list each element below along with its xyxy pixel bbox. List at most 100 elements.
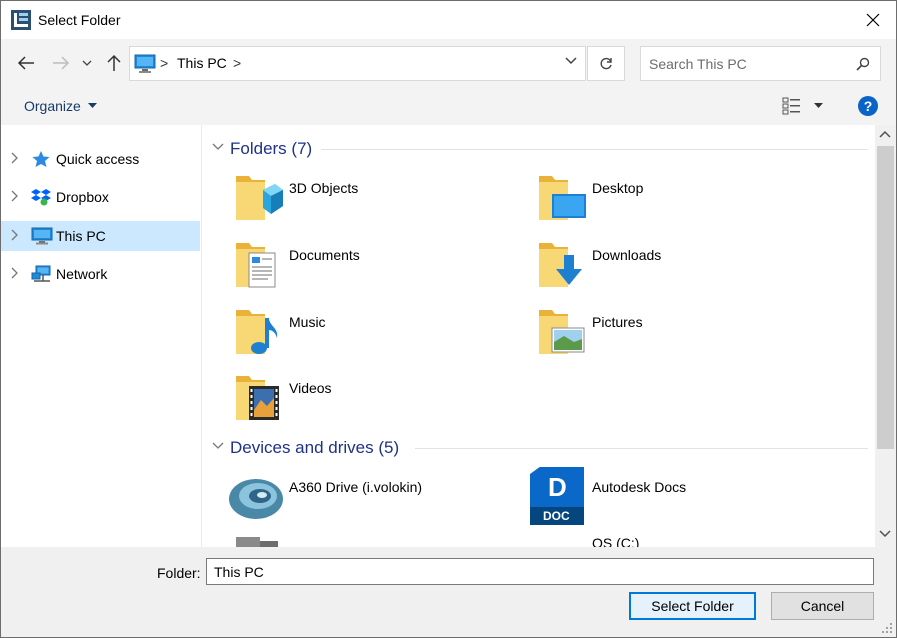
drive-tile-os-c[interactable]: OS (C:) [538,527,838,547]
help-button[interactable]: ? [858,96,878,116]
scroll-up-icon[interactable] [879,130,891,138]
pictures-folder-icon [539,310,585,354]
dropbox-icon [31,189,51,206]
arrow-up-icon [107,54,121,71]
caret-down-icon[interactable] [88,103,97,108]
nav-item-this-pc[interactable]: This PC [1,221,200,251]
folder-label: Downloads [592,247,662,263]
arrow-right-icon [53,56,70,70]
nav-item-quick-access[interactable]: Quick access [1,144,200,174]
address-bar[interactable]: > This PC > [129,46,586,81]
folder-field-label: Folder: [157,565,201,581]
app-logo-icon [11,10,31,30]
select-folder-dialog: Select Folder > This PC > Search This PC… [0,0,897,638]
chevron-down-icon[interactable] [565,57,577,65]
downloads-folder-icon [539,243,582,287]
autodesk-docs-icon: D DOC [530,467,584,525]
folder-label: Music [289,314,326,330]
refresh-button[interactable] [587,46,625,81]
folder-label: Desktop [592,180,644,196]
nav-item-dropbox[interactable]: Dropbox [1,182,200,212]
chevron-down-icon [82,60,92,66]
folder-tile-documents[interactable]: Documents [235,239,535,299]
folder-tile-music[interactable]: Music [235,306,535,366]
organize-menu[interactable]: Organize [24,98,81,114]
window-title: Select Folder [38,12,121,28]
group-divider [321,149,868,150]
drive-icon [236,537,278,547]
chevron-right-icon[interactable] [11,152,19,164]
network-icon [31,265,51,282]
docs-badge-text: DOC [543,509,570,523]
folder-tile-downloads[interactable]: Downloads [538,239,838,299]
nav-item-label: This PC [56,228,106,244]
3d-objects-folder-icon [236,176,283,220]
drives-group-header[interactable]: Devices and drives (5) [203,435,868,461]
close-button[interactable] [850,1,896,39]
recent-locations-button[interactable] [78,51,96,75]
folder-label: Documents [289,247,360,263]
cancel-button[interactable]: Cancel [771,592,874,620]
up-button[interactable] [102,51,126,75]
folder-label: Pictures [592,314,643,330]
nav-item-network[interactable]: Network [1,259,200,289]
folders-group-title: Folders (7) [230,139,313,158]
documents-folder-icon [236,243,276,288]
forward-button[interactable] [49,51,73,75]
chevron-right-icon[interactable] [11,190,19,202]
content-pane: Folders (7) 3D Objects Desktop Documents… [203,125,875,547]
change-view-icon[interactable] [782,97,802,115]
chevron-down-icon[interactable] [212,143,224,151]
folder-label: 3D Objects [289,180,359,196]
drives-group-title: Devices and drives (5) [230,438,400,457]
breadcrumb-separator[interactable]: > [233,55,241,71]
folder-tile-videos[interactable]: Videos [235,372,535,432]
nav-item-label: Quick access [56,151,140,167]
folder-tile-desktop[interactable]: Desktop [538,172,838,232]
refresh-icon [600,57,612,69]
search-icon[interactable] [856,57,870,71]
drive-label: OS (C:) [592,535,640,547]
folder-tile-pictures[interactable]: Pictures [538,306,838,366]
folders-group-header[interactable]: Folders (7) [203,136,868,162]
folder-tile-3d-objects[interactable]: 3D Objects [235,172,535,232]
drive-label: A360 Drive (i.volokin) [289,479,423,495]
videos-folder-icon [236,376,279,420]
search-box[interactable] [640,46,881,81]
resize-grip-icon[interactable] [881,622,893,634]
navigation-toolbar: > This PC > [1,39,896,87]
music-folder-icon [236,310,278,354]
folder-name-input[interactable] [206,558,874,585]
nav-item-label: Network [56,266,108,282]
computer-icon [31,227,53,245]
close-icon [866,13,880,27]
drive-label: Autodesk Docs [592,479,687,495]
docs-badge-bar: DOC [530,507,584,525]
select-folder-button[interactable]: Select Folder [629,592,756,620]
desktop-folder-icon [539,176,586,220]
nav-item-label: Dropbox [56,189,109,205]
drive-tile-partial[interactable] [228,535,528,547]
scroll-down-icon[interactable] [879,530,891,538]
docs-badge-letter: D [548,472,567,502]
breadcrumb-separator: > [160,55,169,71]
drive-tile-a360[interactable]: A360 Drive (i.volokin) [228,471,528,531]
arrow-left-icon [17,56,34,70]
search-input[interactable] [649,54,849,74]
vertical-scrollbar[interactable] [875,125,896,547]
breadcrumb-this-pc[interactable]: This PC [177,55,227,71]
computer-icon [134,54,156,73]
chevron-down-icon[interactable] [212,442,224,450]
drive-tile-autodesk-docs[interactable]: D DOC Autodesk Docs [528,467,828,527]
title-bar: Select Folder [1,1,896,39]
chevron-right-icon[interactable] [11,267,19,279]
command-bar: Organize ? [1,87,896,125]
a360-drive-icon [229,479,283,519]
back-button[interactable] [14,51,38,75]
caret-down-icon[interactable] [814,103,823,108]
dialog-footer: Folder: Select Folder Cancel [1,547,896,637]
group-divider [415,448,868,449]
scrollbar-thumb[interactable] [877,146,894,449]
star-icon [32,151,50,167]
chevron-right-icon[interactable] [11,229,19,241]
